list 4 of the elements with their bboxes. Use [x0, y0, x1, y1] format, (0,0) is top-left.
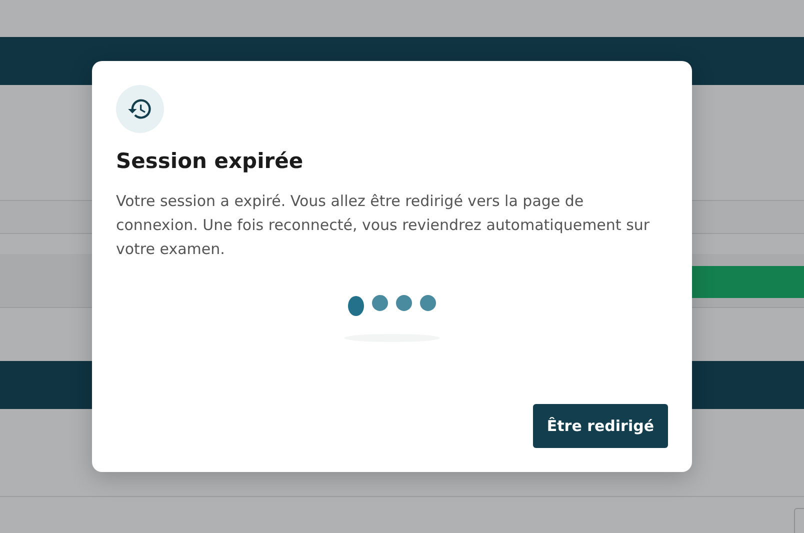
dialog-title: Session expirée [116, 149, 304, 173]
history-icon [116, 85, 164, 133]
dialog-message: Votre session a expiré. Vous allez être redirigé vers la page de connexion. Une fois reconnecté, vous reviendrez automatiquement sur votre examen. [116, 191, 651, 260]
redirect-button[interactable]: Être redirigé [532, 404, 668, 448]
